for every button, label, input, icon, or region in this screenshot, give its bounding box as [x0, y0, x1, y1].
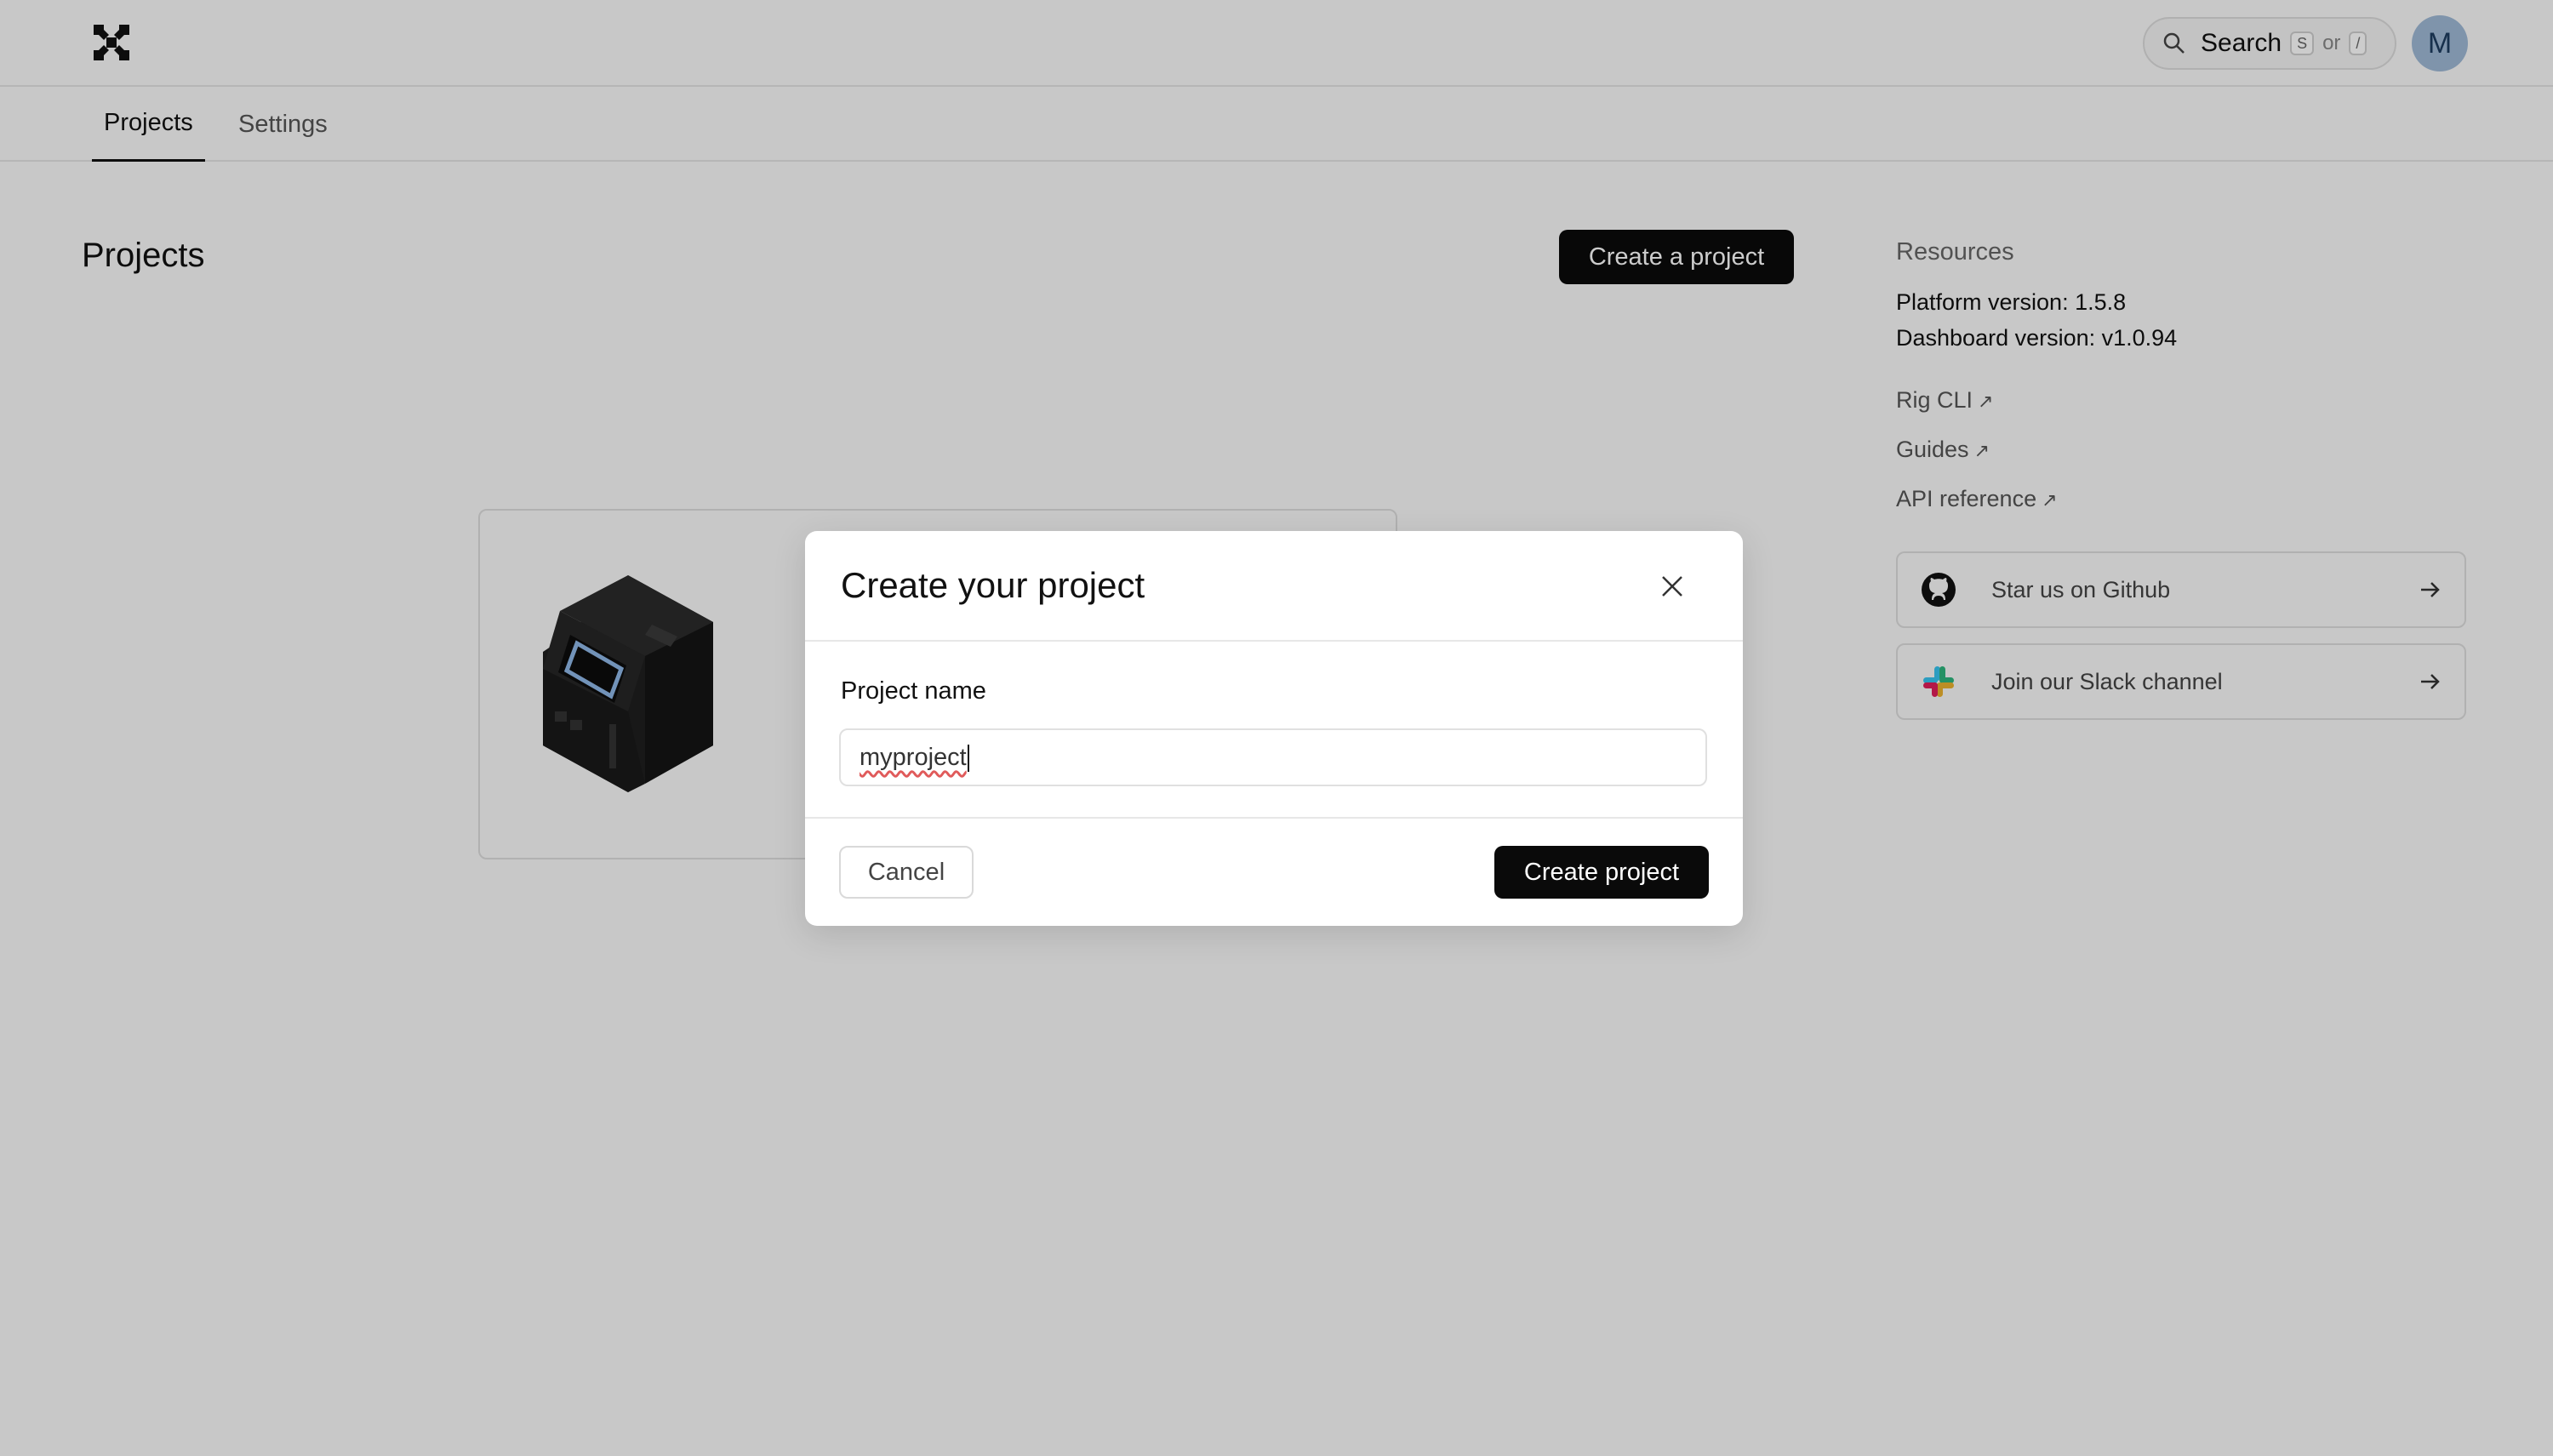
text-caret: [967, 745, 969, 773]
page: Search S or / M Projects Settings Projec…: [0, 0, 2553, 1456]
dialog-divider: [805, 640, 1743, 642]
dialog-title: Create your project: [841, 565, 1145, 605]
project-name-label: Project name: [841, 677, 986, 705]
dialog-footer-divider: [805, 817, 1743, 819]
project-name-value: myproject: [860, 744, 967, 771]
create-project-button[interactable]: Create project: [1494, 846, 1709, 899]
close-icon[interactable]: [1659, 574, 1685, 599]
cancel-button[interactable]: Cancel: [839, 846, 974, 899]
project-name-input[interactable]: myproject: [839, 728, 1707, 786]
create-project-dialog: Create your project Project name myproje…: [805, 531, 1743, 926]
